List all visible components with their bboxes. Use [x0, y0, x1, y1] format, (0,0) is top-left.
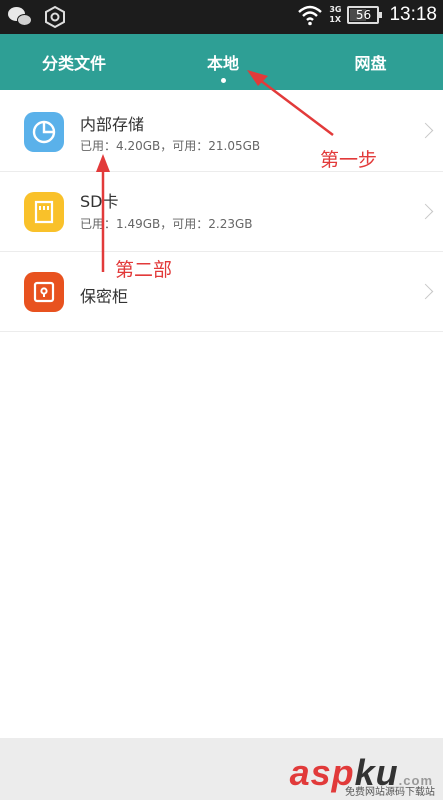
item-title: 保密柜 [80, 287, 129, 306]
chevron-right-icon [417, 283, 434, 299]
active-tab-indicator [221, 78, 226, 83]
wechat-icon [8, 5, 34, 29]
battery-level: 56 [355, 8, 372, 22]
battery-icon: 56 [347, 6, 383, 24]
hexagon-icon [44, 5, 66, 29]
item-usage: 已用：4.20GB，可用：21.05GB [80, 139, 261, 153]
item-title: SD卡 [80, 192, 119, 211]
status-clock: 13:18 [389, 4, 437, 25]
step2-label: 第二部 [115, 259, 173, 281]
chevron-right-icon [417, 122, 434, 138]
chevron-right-icon [417, 203, 434, 219]
step1-label: 第一步 [320, 149, 378, 171]
sd-card-item[interactable]: SD卡 已用：1.49GB，可用：2.23GB [0, 172, 443, 252]
status-bar: 3G 1X 56 13:18 [0, 0, 443, 34]
wifi-icon [297, 4, 323, 26]
signal-icon: 3G 1X [329, 5, 342, 24]
tab-categories[interactable]: 分类文件 [0, 34, 148, 90]
sd-card-icon [24, 192, 64, 232]
item-usage: 已用：1.49GB，可用：2.23GB [80, 217, 253, 231]
safe-box-item[interactable]: 保密柜 [0, 252, 443, 332]
safe-icon [24, 272, 64, 312]
tab-cloud-drive[interactable]: 网盘 [298, 34, 443, 90]
pie-chart-icon [24, 112, 64, 152]
item-title: 内部存储 [80, 115, 145, 134]
watermark-subtitle: 免费网站源码下载站 [345, 787, 435, 798]
